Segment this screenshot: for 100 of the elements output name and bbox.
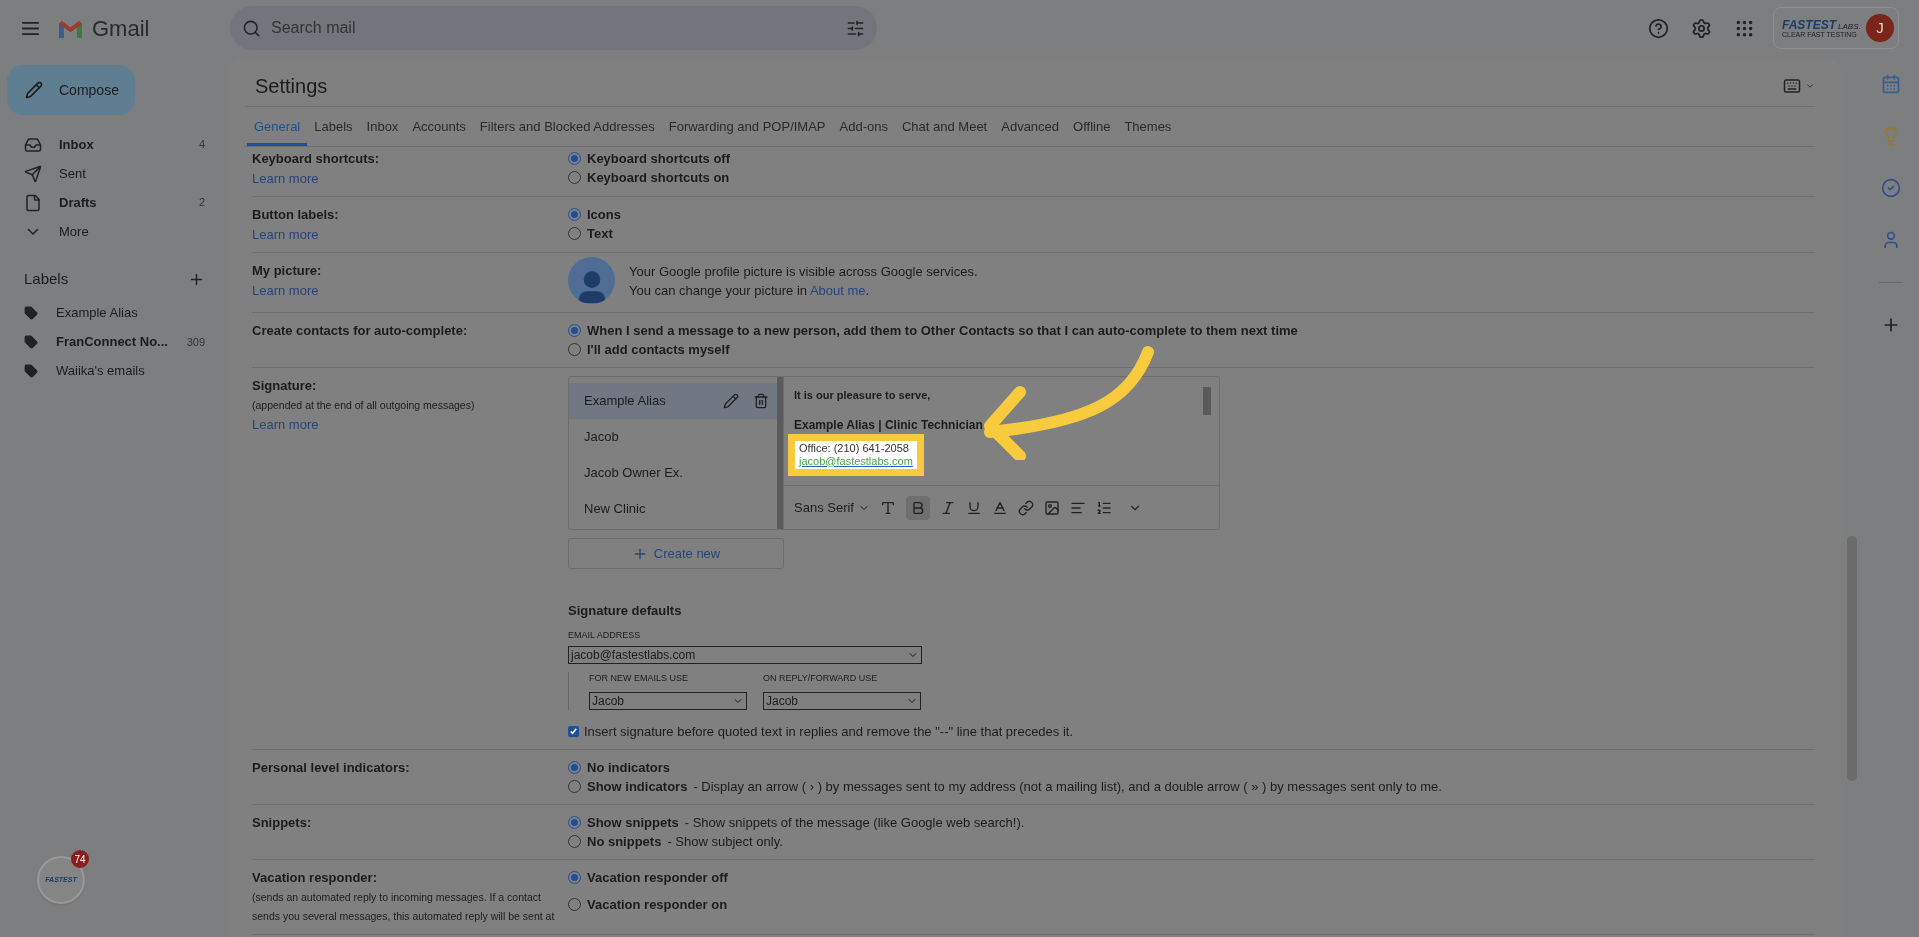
option-label: Text <box>587 224 613 243</box>
settings-tab[interactable]: Advanced <box>994 116 1067 146</box>
settings-icon[interactable] <box>1691 17 1712 39</box>
field-label: FOR NEW EMAILS USE <box>589 672 689 685</box>
person-icon[interactable] <box>1881 230 1901 250</box>
settings-tab[interactable]: Add-ons <box>832 116 895 146</box>
edit-icon[interactable] <box>723 393 739 409</box>
learn-more-link[interactable]: Learn more <box>252 280 319 300</box>
settings-tab[interactable]: General <box>247 116 308 146</box>
keyboard-icon <box>1783 76 1801 95</box>
setting-label: Button labels: <box>252 206 340 224</box>
menu-icon[interactable] <box>22 21 39 35</box>
reply-select[interactable]: Jacob <box>763 691 921 710</box>
signature-item[interactable]: Jacob Owner Ex. <box>569 455 777 491</box>
search-icon[interactable] <box>242 18 261 38</box>
option-label: No snippets <box>587 832 662 851</box>
new-email-select[interactable]: Jacob <box>589 691 747 710</box>
signature-phone: Office: (210) 641-2058 <box>799 441 910 455</box>
label-item[interactable]: Waiika's emails <box>0 356 230 386</box>
checkbox[interactable] <box>568 725 579 737</box>
label-item[interactable]: Example Alias <box>0 298 230 328</box>
signature-name-line: Example Alias | Clinic Technician <box>794 416 984 434</box>
option-label: Keyboard shortcuts off <box>587 149 730 168</box>
labels-heading: Labels <box>24 269 69 289</box>
nav-item[interactable]: Inbox 4 <box>0 130 230 159</box>
search-field[interactable]: Search mail <box>230 6 877 50</box>
scrollbar[interactable] <box>1203 387 1211 415</box>
settings-tab[interactable]: Accounts <box>405 116 473 146</box>
nav-item[interactable]: Sent <box>0 159 230 188</box>
signature-item[interactable]: Example Alias <box>569 383 777 419</box>
italic-icon[interactable] <box>940 499 956 516</box>
picture-info-text: Your Google profile picture is visible across Google services. <box>629 262 978 281</box>
nav-item[interactable]: Drafts 2 <box>0 188 230 217</box>
setting-note: (sends an automated reply to incoming messages. If a contact sends you several messages, this automated reply will be sent at <box>252 889 556 924</box>
help-icon[interactable] <box>1648 17 1669 39</box>
about-me-link[interactable]: About me <box>809 282 866 298</box>
underline-icon[interactable] <box>966 499 982 516</box>
email-select[interactable]: jacob@fastestlabs.com <box>568 646 922 664</box>
setting-note: (appended at the end of all outgoing messages) <box>252 397 476 413</box>
logo-suffix: LABS. <box>1838 22 1861 31</box>
link-icon[interactable] <box>1018 499 1034 516</box>
field-label: ON REPLY/FORWARD USE <box>763 672 879 685</box>
signature-email-link[interactable]: jacob@fastestlabs.com <box>799 454 913 468</box>
settings-tab[interactable]: Chat and Meet <box>894 116 995 146</box>
option-label: When I send a message to a new person, add them to Other Contacts so that I can auto-complete to them next time <box>587 321 1298 340</box>
bold-icon[interactable] <box>906 495 930 520</box>
notification-badge: 74 <box>71 850 89 868</box>
option-description: - Display an arrow ( › ) by messages sent to my address (not a mailing list), and a double arrow ( » ) by messages sent only to me. <box>693 777 1442 796</box>
setting-label: Snippets: <box>252 814 313 832</box>
pencil-icon <box>25 81 43 99</box>
label-icon <box>24 335 38 349</box>
label-icon <box>24 306 38 320</box>
settings-tab[interactable]: Filters and Blocked Addresses <box>472 116 662 146</box>
delete-icon[interactable] <box>753 393 769 409</box>
option-label: Keyboard shortcuts on <box>587 168 730 187</box>
option-label: No indicators <box>587 758 671 777</box>
settings-tab[interactable]: Labels <box>307 116 360 146</box>
setting-label: Vacation responder: <box>252 869 378 887</box>
text-size-icon[interactable] <box>880 499 896 516</box>
picture-change-text: You can change your picture in About me. <box>629 281 871 300</box>
settings-tab[interactable]: Forwarding and POP/IMAP <box>661 116 833 146</box>
setting-label: Personal level indicators: <box>252 759 411 777</box>
learn-more-link[interactable]: Learn more <box>252 224 319 244</box>
app-name: Gmail <box>92 14 150 43</box>
nav-item[interactable]: More <box>0 217 230 246</box>
option-label: Show snippets <box>587 813 679 832</box>
font-dropdown[interactable]: Sans Serif <box>794 497 870 518</box>
settings-tab[interactable]: Inbox <box>359 116 406 146</box>
image-icon[interactable] <box>1044 499 1060 516</box>
signature-item[interactable]: Jacob <box>569 419 777 455</box>
settings-tab[interactable]: Themes <box>1117 116 1179 146</box>
learn-more-link[interactable]: Learn more <box>252 168 319 188</box>
label-icon <box>24 364 38 378</box>
input-tools-button[interactable] <box>1783 76 1815 95</box>
settings-tab[interactable]: Offline <box>1066 116 1118 146</box>
chevron-down-icon <box>27 227 39 236</box>
learn-more-link[interactable]: Learn more <box>252 414 319 434</box>
send-icon <box>24 164 42 183</box>
setting-label: My picture: <box>252 262 323 280</box>
numbered-list-icon[interactable] <box>1096 499 1112 516</box>
scrollbar[interactable] <box>777 377 783 529</box>
signature-item[interactable]: New Clinic <box>569 491 777 527</box>
option-label: Show indicators <box>587 777 688 796</box>
logo-text: FASTEST <box>1782 18 1836 31</box>
inbox-icon <box>24 135 42 154</box>
check-circle-icon[interactable] <box>1881 178 1901 198</box>
avatar-icon[interactable] <box>568 257 615 304</box>
label-item[interactable]: FranConnect No... 309 <box>0 327 230 357</box>
option-label: I'll add contacts myself <box>587 340 730 359</box>
setting-label: Keyboard shortcuts: <box>252 150 381 168</box>
file-icon <box>24 193 42 212</box>
option-label: Vacation responder on <box>587 895 728 914</box>
option-description: - Show snippets of the message (like Google web search!). <box>684 813 1025 832</box>
text-color-icon[interactable] <box>992 499 1008 516</box>
compose-button[interactable]: Compose <box>7 65 135 115</box>
filter-icon[interactable] <box>846 18 865 38</box>
signature-defaults-heading: Signature defaults <box>568 602 683 620</box>
avatar[interactable]: J <box>1866 14 1894 42</box>
page-title: Settings <box>255 73 328 99</box>
create-new-button[interactable]: Create new <box>568 538 784 569</box>
